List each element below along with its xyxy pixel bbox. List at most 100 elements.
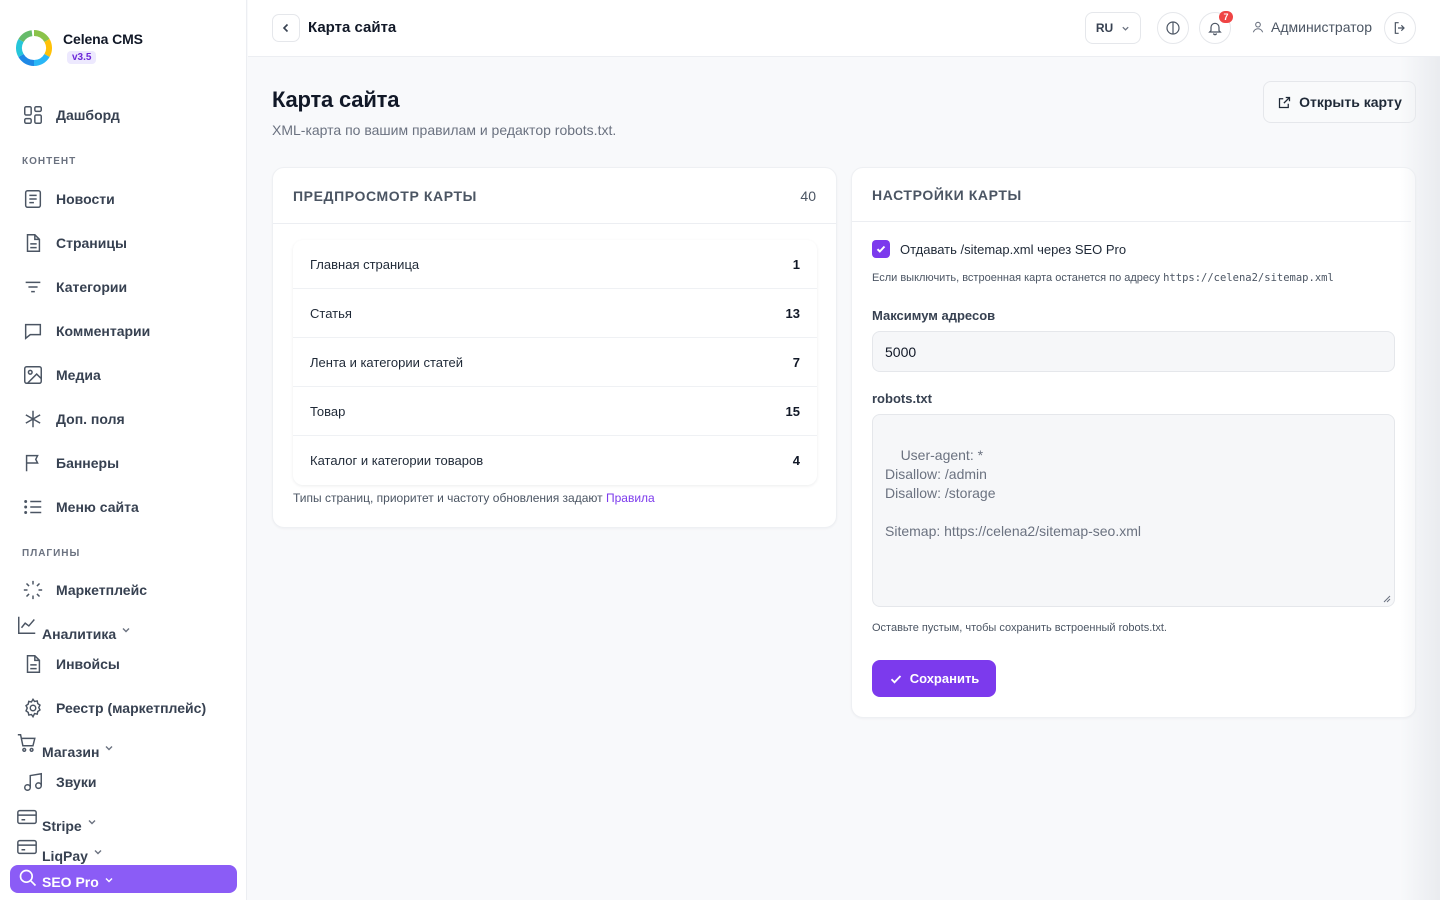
sidebar-item-invoices[interactable]: Инвойсы <box>22 652 120 676</box>
chevron-down-icon <box>121 625 131 635</box>
max-urls-value: 5000 <box>885 343 917 360</box>
theme-toggle-button[interactable] <box>1157 12 1189 44</box>
chart-line-icon <box>16 614 38 636</box>
sidebar-item-label: Доп. поля <box>56 411 125 427</box>
page-title: Карта сайта <box>272 87 400 112</box>
list-item-count: 1 <box>792 256 800 272</box>
list-item-label: Каталог и категории товаров <box>310 453 484 468</box>
preview-card: ПРЕДПРОСМОТР КАРТЫ 40 Главная страница 1… <box>272 167 837 528</box>
list-item: Главная страница 1 <box>293 240 817 289</box>
seo-sitemap-checkbox[interactable] <box>872 240 890 258</box>
sidebar-item-marketplace[interactable]: Маркетплейс <box>22 578 147 602</box>
search-icon <box>18 868 38 888</box>
seo-sitemap-hint: Если выключить, встроенная карта останет… <box>872 272 1334 284</box>
user-menu[interactable]: Администратор <box>1251 19 1372 35</box>
brand-name: Celena CMS <box>63 31 143 47</box>
list-item-count: 15 <box>785 403 800 419</box>
check-icon <box>889 672 903 686</box>
save-label: Сохранить <box>909 671 980 686</box>
comment-icon <box>22 320 44 342</box>
sidebar-item-shop[interactable]: Магазин <box>16 732 114 760</box>
sidebar-item-label: Аналитика <box>42 626 117 642</box>
brand[interactable]: Celena CMS v3.5 <box>16 30 143 66</box>
sidebar-item-media[interactable]: Медиа <box>22 363 101 387</box>
list-item: Каталог и категории товаров 4 <box>293 436 817 485</box>
max-urls-label: Максимум адресов <box>872 308 996 323</box>
sidebar-item-label: LiqPay <box>42 848 88 864</box>
check-icon <box>876 245 886 253</box>
seo-sitemap-hint-text: Если выключить, встроенная карта останет… <box>872 272 1161 284</box>
open-sitemap-button[interactable]: Открыть карту <box>1263 81 1416 123</box>
chevron-down-icon <box>104 743 114 753</box>
sidebar-item-comments[interactable]: Комментарии <box>22 319 150 343</box>
loader-icon <box>22 579 44 601</box>
list-item-label: Товар <box>310 403 346 419</box>
sidebar-item-label: Реестр (маркетплейс) <box>56 700 207 716</box>
sidebar-item-label: Новости <box>56 191 115 207</box>
user-icon <box>1251 20 1265 34</box>
credit-card-icon <box>16 806 38 828</box>
sidebar-item-banners[interactable]: Баннеры <box>22 451 119 475</box>
robots-label: robots.txt <box>872 391 932 406</box>
resize-handle-icon[interactable] <box>1383 595 1391 603</box>
chevron-down-icon <box>87 817 97 827</box>
max-urls-input[interactable]: 5000 <box>872 331 1395 372</box>
list-icon <box>22 496 44 518</box>
music-icon <box>22 771 44 793</box>
gear-icon <box>22 697 44 719</box>
sidebar-item-label: Баннеры <box>56 455 120 471</box>
preview-note: Типы страниц, приоритет и частоту обновл… <box>293 491 655 505</box>
sidebar-item-seo-pro[interactable]: SEO Pro <box>10 865 237 893</box>
list-item: Лента и категории статей 7 <box>293 338 817 387</box>
section-label-content: КОНТЕНТ <box>22 156 77 167</box>
sidebar-item-sounds[interactable]: Звуки <box>22 770 96 794</box>
preview-total: 40 <box>800 187 816 204</box>
sidebar-item-liqpay[interactable]: LiqPay <box>16 836 103 864</box>
sidebar-item-label: Дашборд <box>56 107 120 123</box>
language-value: RU <box>1095 21 1114 35</box>
sidebar-item-label: Магазин <box>42 744 100 760</box>
sidebar-item-dashboard[interactable]: Дашборд <box>22 103 120 127</box>
topbar-title: Карта сайта <box>308 19 397 36</box>
sidebar-item-label: Меню сайта <box>56 499 139 515</box>
robots-hint: Оставьте пустым, чтобы сохранить встроен… <box>872 622 1167 634</box>
credit-card-icon <box>16 836 38 858</box>
list-item-count: 13 <box>785 305 800 321</box>
sidebar-item-news[interactable]: Новости <box>22 187 115 211</box>
image-icon <box>22 364 44 386</box>
list-item: Статья 13 <box>293 289 817 338</box>
sidebar-item-categories[interactable]: Категории <box>22 275 127 299</box>
page-icon <box>22 232 44 254</box>
notifications-button[interactable]: 7 <box>1199 11 1233 44</box>
settings-card: НАСТРОЙКИ КАРТЫ Отдавать /sitemap.xml че… <box>851 167 1416 718</box>
sidebar-item-registry[interactable]: Реестр (маркетплейс) <box>22 696 206 720</box>
chevron-down-icon <box>93 847 103 857</box>
sidebar-item-extra-fields[interactable]: Доп. поля <box>22 407 125 431</box>
sidebar-item-pages[interactable]: Страницы <box>22 231 127 255</box>
sidebar-item-site-menu[interactable]: Меню сайта <box>22 495 139 519</box>
invoice-icon <box>22 653 44 675</box>
celena-logo-icon <box>16 30 52 66</box>
logout-button[interactable] <box>1384 12 1416 44</box>
language-select[interactable]: RU <box>1085 12 1141 44</box>
robots-textarea[interactable]: User-agent: * Disallow: /admin Disallow:… <box>872 414 1395 607</box>
sidebar-item-stripe[interactable]: Stripe <box>16 806 97 834</box>
page-subtitle: XML-карта по вашим правилам и редактор r… <box>272 122 617 138</box>
open-sitemap-label: Открыть карту <box>1299 94 1402 110</box>
section-label-plugins: ПЛАГИНЫ <box>22 548 81 559</box>
sidebar-item-label: Инвойсы <box>56 656 120 672</box>
back-button[interactable] <box>272 14 300 42</box>
notifications-badge: 7 <box>1219 11 1233 23</box>
rules-link[interactable]: Правила <box>606 491 655 505</box>
external-link-icon <box>1277 95 1292 110</box>
logout-icon <box>1394 22 1405 34</box>
filter-icon <box>22 276 44 298</box>
preview-card-header: ПРЕДПРОСМОТР КАРТЫ 40 <box>273 168 836 224</box>
save-button[interactable]: Сохранить <box>872 660 996 697</box>
preview-list: Главная страница 1 Статья 13 Лента и кат… <box>293 240 817 485</box>
list-item-label: Статья <box>310 305 352 321</box>
sidebar-item-analytics[interactable]: Аналитика <box>16 614 131 642</box>
chevron-left-icon <box>282 23 289 33</box>
seo-sitemap-toggle[interactable]: Отдавать /sitemap.xml через SEO Pro <box>872 240 1126 258</box>
list-item-label: Главная страница <box>310 256 420 272</box>
